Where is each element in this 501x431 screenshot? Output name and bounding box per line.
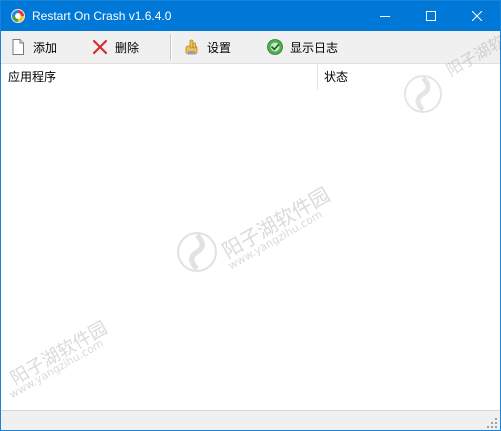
delete-button[interactable]: 删除: [87, 35, 143, 59]
main-window: Restart On Crash v1.6.4.0 添加 删除 设置 显示日志 …: [0, 0, 501, 431]
add-label: 添加: [33, 40, 58, 55]
watermark-url-bottom: www.yangzihu.com: [7, 336, 106, 402]
column-header-app[interactable]: 应用程序: [1, 64, 318, 90]
title-bar[interactable]: Restart On Crash v1.6.4.0: [1, 1, 500, 31]
window-title: Restart On Crash v1.6.4.0: [32, 9, 172, 23]
hand-settings-icon: [185, 39, 198, 55]
status-bar: [1, 410, 500, 430]
show-log-label: 显示日志: [290, 40, 339, 55]
document-icon: [12, 39, 24, 55]
minimize-icon: [380, 16, 390, 17]
watermark-text-bottom: 阳子湖软件园: [7, 317, 112, 390]
resize-grip-icon[interactable]: [486, 417, 498, 429]
close-button[interactable]: [454, 1, 500, 31]
watermark-logo-icon: [177, 232, 217, 272]
show-log-button[interactable]: 显示日志: [262, 35, 342, 59]
minimize-button[interactable]: [362, 1, 408, 31]
delete-label: 删除: [115, 40, 140, 55]
maximize-icon: [426, 11, 436, 21]
watermark-url-center: www.yangzihu.com: [226, 207, 325, 273]
toolbar-separator: [170, 34, 172, 60]
green-log-icon: [267, 39, 283, 55]
settings-button[interactable]: 设置: [179, 35, 235, 59]
settings-label: 设置: [207, 40, 232, 55]
add-button[interactable]: 添加: [5, 35, 61, 59]
toolbar: 添加 删除 设置 显示日志: [1, 31, 500, 63]
app-logo-icon: [11, 9, 25, 23]
red-x-icon: [92, 39, 108, 55]
maximize-button[interactable]: [408, 1, 454, 31]
close-icon: [472, 11, 482, 21]
column-header-status[interactable]: 状态: [318, 64, 500, 90]
app-list[interactable]: 应用程序 状态 阳子湖软件园 阳子湖软件园 www.yangzihu.com 阳…: [1, 15, 500, 411]
watermark-text-center: 阳子湖软件园: [218, 182, 334, 264]
